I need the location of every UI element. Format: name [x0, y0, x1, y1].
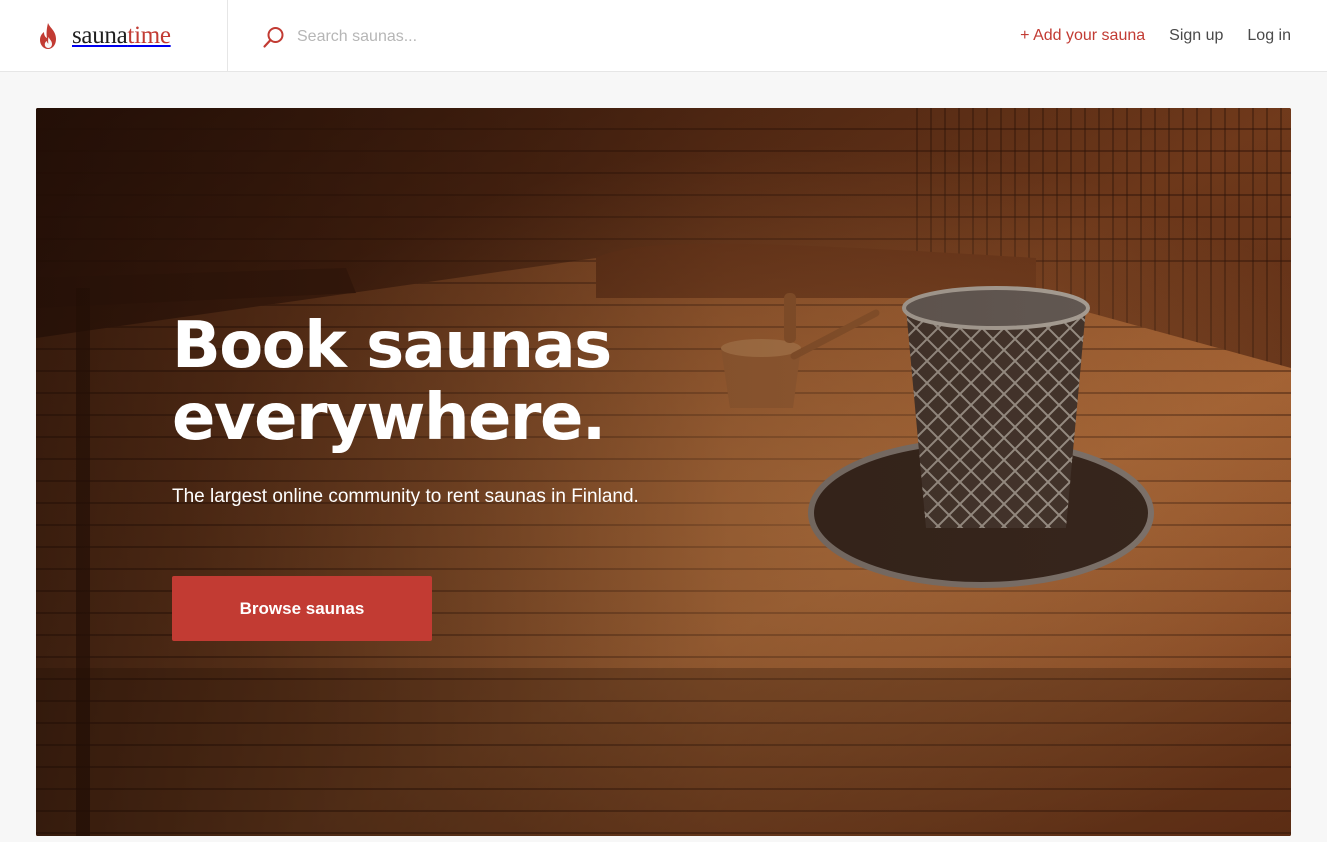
- log-in-link[interactable]: Log in: [1247, 27, 1291, 45]
- browse-saunas-button[interactable]: Browse saunas: [172, 576, 432, 641]
- sauna-interior-image: [36, 108, 1291, 836]
- flame-icon: [40, 22, 56, 49]
- brand-name-part1: sauna: [72, 22, 128, 49]
- hero-banner: Book saunas everywhere. The largest onli…: [36, 108, 1291, 836]
- hero-title: Book saunas everywhere.: [172, 310, 792, 454]
- top-nav-links: + Add your sauna Sign up Log in: [1020, 0, 1291, 71]
- search-icon: [263, 27, 284, 48]
- search-bar: [262, 23, 862, 51]
- hero-title-line-1: Book saunas: [172, 309, 612, 383]
- hero-title-line-2: everywhere.: [172, 381, 606, 455]
- brand-name-part2: time: [127, 22, 171, 49]
- add-your-sauna-link[interactable]: + Add your sauna: [1020, 27, 1145, 45]
- sign-up-link[interactable]: Sign up: [1169, 27, 1223, 45]
- brand-logo-link[interactable]: sauna time: [0, 0, 228, 71]
- search-input[interactable]: [295, 27, 795, 47]
- brand-wordmark: sauna time: [72, 23, 171, 48]
- top-navigation-bar: saunatime + Add your sauna Sign up Log i…: [0, 0, 1327, 72]
- hero-subtitle: The largest online community to rent sau…: [172, 486, 639, 507]
